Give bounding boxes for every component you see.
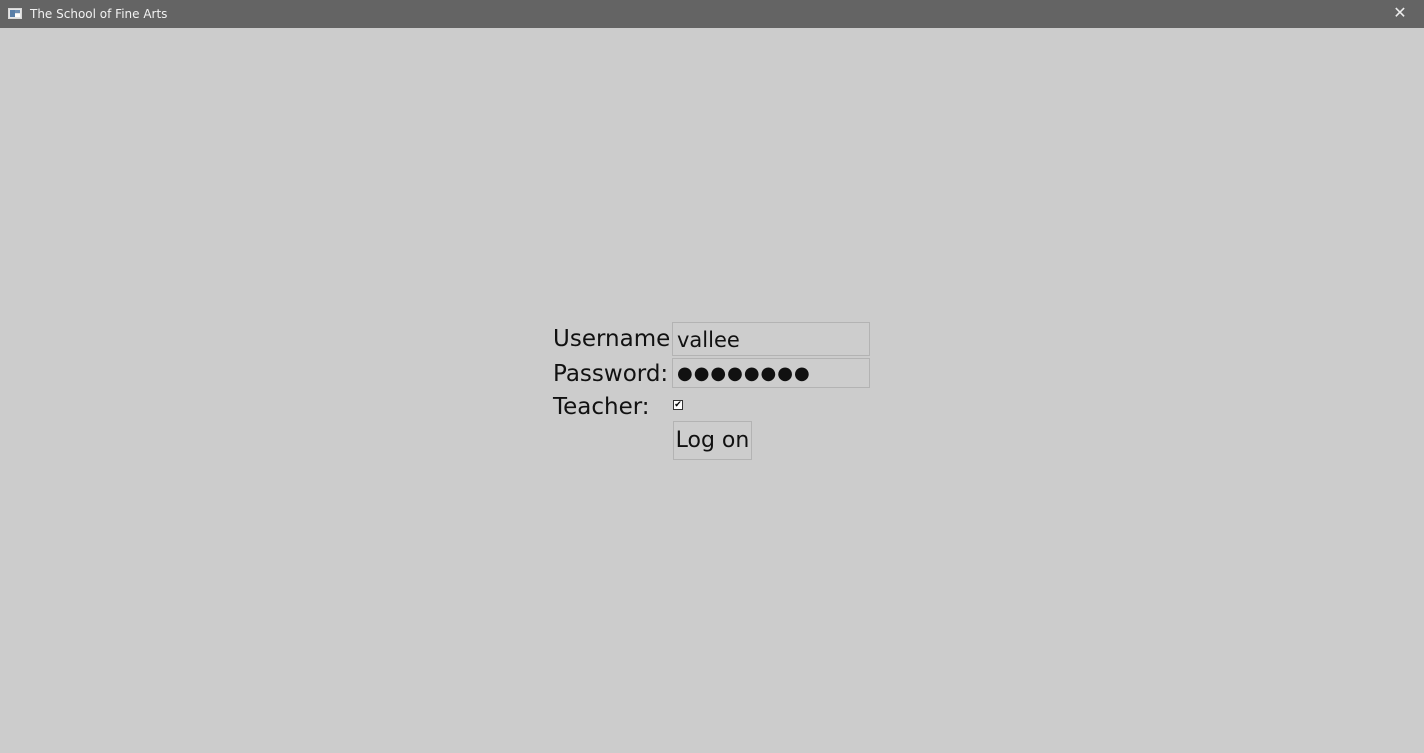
close-icon[interactable]: ✕ xyxy=(1392,3,1408,23)
username-label: Username: xyxy=(553,326,678,352)
teacher-checkbox[interactable]: ✔ xyxy=(673,400,683,410)
app-window-icon xyxy=(8,8,22,19)
title-bar: The School of Fine Arts ✕ xyxy=(0,0,1424,28)
log-on-button[interactable]: Log on xyxy=(673,421,752,460)
checkmark-icon: ✔ xyxy=(674,400,682,410)
password-field[interactable]: ●●●●●●●● xyxy=(672,358,870,388)
window-title: The School of Fine Arts xyxy=(30,7,168,21)
password-label: Password: xyxy=(553,361,669,387)
app-icon-bottom-right-panel xyxy=(15,14,20,17)
app-icon-top-right-panel xyxy=(15,10,20,13)
teacher-label: Teacher: xyxy=(553,394,650,420)
username-field[interactable]: vallee xyxy=(672,322,870,356)
